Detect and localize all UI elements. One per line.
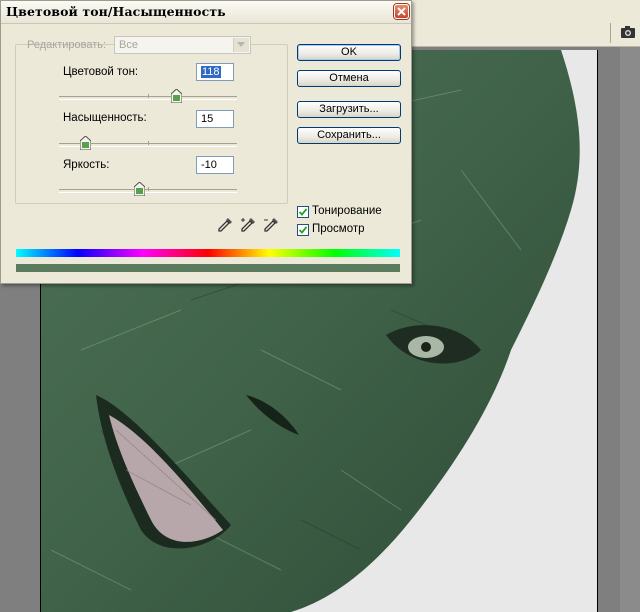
result-color-bar <box>16 264 400 272</box>
hue-label: Цветовой тон: <box>63 66 139 78</box>
ok-button[interactable]: OK <box>297 44 401 61</box>
workspace-scrollbar[interactable] <box>620 47 640 612</box>
eyedropper-minus-icon[interactable] <box>263 217 279 233</box>
dialog-titlebar[interactable]: Цветовой тон/Насыщенность <box>1 1 411 24</box>
saturation-slider-center-tick <box>148 141 149 145</box>
lightness-slider-center-tick <box>148 187 149 191</box>
checkmark-icon <box>299 208 307 216</box>
edit-label: Редактировать: <box>27 39 107 51</box>
saturation-label: Насыщенность: <box>63 112 147 124</box>
preview-label: Просмотр <box>312 223 365 235</box>
adjustment-groupbox <box>15 44 288 204</box>
edit-select-arrow <box>233 38 249 52</box>
hue-saturation-dialog: Цветовой тон/Насыщенность Редактировать:… <box>0 0 412 284</box>
preview-checkbox[interactable] <box>297 224 309 236</box>
save-button[interactable]: Сохранить... <box>297 127 401 144</box>
colorize-label: Тонирование <box>312 205 382 217</box>
hue-slider-thumb[interactable] <box>170 89 182 103</box>
load-button[interactable]: Загрузить... <box>297 101 401 118</box>
saturation-slider-thumb[interactable] <box>80 136 92 150</box>
hue-spectrum-bar <box>16 249 400 257</box>
lightness-input[interactable]: -10 <box>196 156 234 174</box>
cancel-button[interactable]: Отмена <box>297 70 401 87</box>
hue-slider-center-tick <box>148 94 149 98</box>
eyedropper-plus-icon[interactable] <box>240 217 256 233</box>
hue-input[interactable]: 118 <box>196 63 234 81</box>
hue-value: 118 <box>201 66 221 78</box>
edit-select-value: Все <box>119 39 138 51</box>
saturation-input[interactable]: 15 <box>196 110 234 128</box>
dialog-title: Цветовой тон/Насыщенность <box>6 4 226 19</box>
lightness-slider-thumb[interactable] <box>133 182 145 196</box>
eyedropper-icon[interactable] <box>217 217 233 233</box>
checkmark-icon <box>299 226 307 234</box>
close-icon <box>397 7 406 16</box>
saturation-value: 15 <box>201 113 214 125</box>
chevron-down-icon <box>237 42 245 47</box>
camera-icon[interactable] <box>621 26 635 38</box>
lightness-label: Яркость: <box>63 159 110 171</box>
options-separator <box>610 23 611 43</box>
colorize-checkbox[interactable] <box>297 206 309 218</box>
edit-select: Все <box>114 36 251 54</box>
lightness-value: -10 <box>201 159 217 171</box>
close-button[interactable] <box>394 4 409 19</box>
